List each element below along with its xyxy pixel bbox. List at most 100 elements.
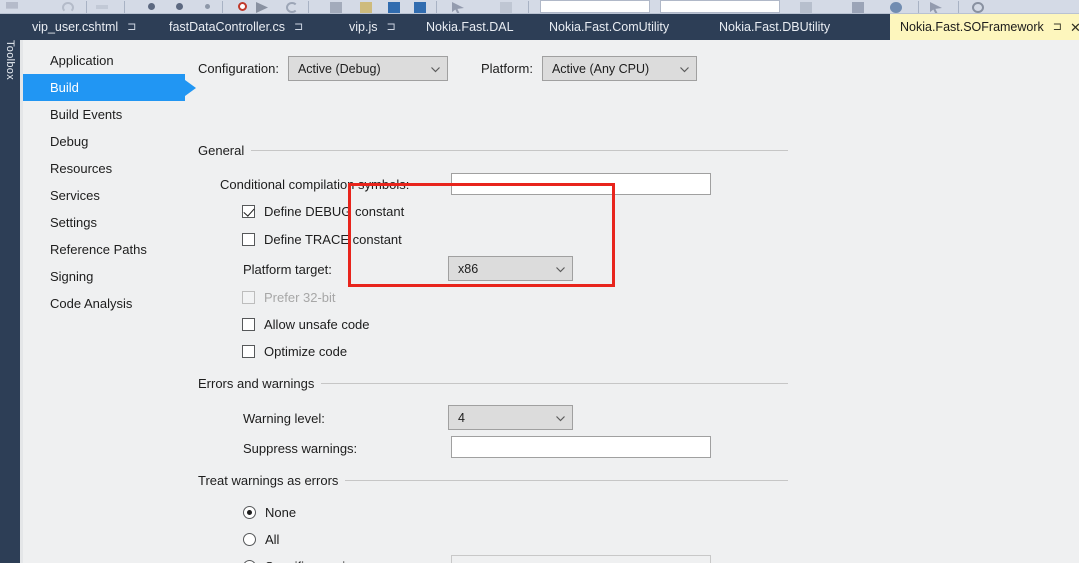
editor-tab-nokia-fast-comutility[interactable]: Nokia.Fast.ComUtility	[543, 14, 675, 40]
checkbox-box	[242, 205, 255, 218]
pin-icon[interactable]: ⊐	[386, 21, 395, 33]
sidebar-item-settings[interactable]: Settings	[23, 209, 187, 236]
editor-tab-vip-user-cshtml[interactable]: vip_user.cshtml ⊐	[26, 14, 142, 40]
sidebar-item-label: Signing	[50, 269, 94, 284]
suppress-warnings-input[interactable]	[451, 436, 711, 458]
editor-tab-fastdatacontroller-cs[interactable]: fastDataController.cs ⊐	[163, 14, 309, 40]
build-settings-content: Configuration: Active (Debug) Platform: …	[187, 40, 1079, 563]
errors-warnings-group-label: Errors and warnings	[198, 376, 315, 391]
sidebar-item-label: Reference Paths	[50, 242, 147, 257]
visual-studio-project-properties-window: Toolbox vip_user.cshtml ⊐ fastDataContro…	[0, 0, 1079, 563]
configuration-dropdown[interactable]: Active (Debug)	[287, 56, 448, 81]
toolbox-rail-label: Toolbox	[4, 39, 16, 80]
editor-tab-label: Nokia.Fast.DAL	[426, 20, 514, 34]
define-trace-label: Define TRACE constant	[264, 232, 402, 247]
toolbar-icon-undo[interactable]	[62, 2, 74, 13]
editor-tab-label: Nokia.Fast.SOFramework	[900, 20, 1044, 34]
treat-warnings-none-label: None	[265, 505, 297, 520]
allow-unsafe-label: Allow unsafe code	[264, 317, 370, 332]
editor-tab-vip-js[interactable]: vip.js ⊐	[343, 14, 402, 40]
group-divider	[345, 480, 788, 481]
treat-warnings-specific-label: Specific warnings:	[265, 559, 370, 563]
sidebar-item-label: Build Events	[50, 107, 123, 122]
toolbar-icon-save[interactable]	[330, 2, 342, 13]
editor-tab-nokia-fast-dbutility[interactable]: Nokia.Fast.DBUtility	[713, 14, 836, 40]
close-icon[interactable]: ✕	[1070, 21, 1079, 34]
optimize-code-checkbox[interactable]: Optimize code	[242, 344, 347, 359]
sidebar-item-label: Resources	[50, 161, 113, 176]
toolbar-icon-nav-back[interactable]	[800, 2, 812, 13]
toolbox-rail[interactable]: Toolbox	[0, 14, 20, 563]
sidebar-item-label: Build	[50, 80, 79, 95]
checkbox-box	[242, 345, 255, 358]
toolbar-icon-breakpoint-c[interactable]	[205, 4, 210, 9]
toolbar-icon-breakpoint-a[interactable]	[148, 3, 155, 10]
sidebar-item-reference-paths[interactable]: Reference Paths	[23, 236, 187, 263]
configuration-row: Configuration: Active (Debug) Platform: …	[198, 56, 697, 81]
toolbar-icon-globe[interactable]	[890, 2, 902, 13]
conditional-symbols-input[interactable]	[451, 173, 711, 195]
toolbar-combo-left[interactable]	[540, 0, 650, 13]
toolbar-icon-refresh[interactable]	[286, 2, 298, 13]
sidebar-item-debug[interactable]: Debug	[23, 128, 187, 155]
toolbar-icon-start-debug[interactable]	[256, 2, 268, 13]
toolbar-icon-cut[interactable]	[6, 2, 18, 9]
prefer-32bit-label: Prefer 32-bit	[264, 290, 336, 305]
sidebar-item-application[interactable]: Application	[23, 47, 187, 74]
toolbar-icon-misc[interactable]	[500, 2, 512, 13]
sidebar-item-label: Debug	[50, 134, 89, 149]
sidebar-item-services[interactable]: Services	[23, 182, 187, 209]
toolbar-icon-pointer[interactable]	[452, 2, 464, 13]
group-divider	[251, 150, 788, 151]
checkbox-box	[242, 291, 255, 304]
treat-warnings-specific-radio[interactable]: Specific warnings:	[243, 559, 370, 563]
toolbar-combo-right[interactable]	[660, 0, 780, 13]
platform-label: Platform:	[480, 61, 533, 76]
platform-dropdown[interactable]: Active (Any CPU)	[541, 56, 697, 81]
treat-warnings-group-label: Treat warnings as errors	[198, 473, 339, 488]
toolbar-icon-panel-b[interactable]	[414, 2, 426, 13]
conditional-symbols-label: Conditional compilation symbols:	[220, 177, 410, 192]
chevron-down-icon	[556, 266, 565, 275]
define-trace-checkbox[interactable]: Define TRACE constant	[242, 232, 402, 247]
warning-level-dropdown[interactable]: 4	[448, 405, 573, 430]
platform-target-dropdown[interactable]: x86	[448, 256, 573, 281]
pin-icon[interactable]: ⊐	[294, 21, 303, 33]
editor-tab-label: vip_user.cshtml	[32, 20, 119, 34]
pin-icon[interactable]: ⊐	[127, 21, 136, 33]
toolbar-icon-redo[interactable]	[96, 5, 108, 9]
toolbar-icon-folder[interactable]	[360, 2, 372, 13]
editor-tab-nokia-fast-soframework[interactable]: Nokia.Fast.SOFramework ⊐ ✕	[890, 14, 1079, 40]
group-divider	[321, 383, 788, 384]
sidebar-item-code-analysis[interactable]: Code Analysis	[23, 290, 187, 317]
platform-target-label: Platform target:	[243, 262, 332, 277]
editor-tab-label: fastDataController.cs	[169, 20, 286, 34]
toolbar-separator-7	[918, 1, 919, 13]
chevron-down-icon	[431, 66, 440, 75]
sidebar-item-build[interactable]: Build	[23, 74, 185, 101]
toolbar-icon-pointer-2[interactable]	[930, 2, 942, 13]
optimize-code-label: Optimize code	[264, 344, 348, 359]
sidebar-item-build-events[interactable]: Build Events	[23, 101, 187, 128]
define-debug-checkbox[interactable]: Define DEBUG constant	[242, 204, 404, 219]
toolbar-icon-nav-forward[interactable]	[852, 2, 864, 13]
treat-warnings-all-radio[interactable]: All	[243, 532, 279, 547]
toolbar-icon-breakpoint-b[interactable]	[176, 3, 183, 10]
sidebar-item-resources[interactable]: Resources	[23, 155, 187, 182]
configuration-dropdown-value: Active (Debug)	[297, 61, 381, 76]
chevron-down-icon	[556, 415, 565, 424]
configuration-label: Configuration:	[198, 61, 279, 76]
platform-dropdown-value: Active (Any CPU)	[551, 61, 650, 76]
sidebar-item-signing[interactable]: Signing	[23, 263, 187, 290]
pin-icon[interactable]: ⊐	[1053, 21, 1062, 33]
editor-tab-nokia-fast-dal[interactable]: Nokia.Fast.DAL	[420, 14, 520, 40]
toolbar-icon-zoom[interactable]	[972, 2, 984, 13]
allow-unsafe-checkbox[interactable]: Allow unsafe code	[242, 317, 370, 332]
toolbar-icon-record[interactable]	[238, 2, 247, 11]
toolbar-icon-panel-a[interactable]	[388, 2, 400, 13]
errors-warnings-group-header: Errors and warnings	[198, 376, 788, 391]
checkbox-box	[242, 233, 255, 246]
toolbar-separator-6	[528, 1, 529, 13]
treat-warnings-none-radio[interactable]: None	[243, 505, 296, 520]
radio-dot	[243, 533, 256, 546]
